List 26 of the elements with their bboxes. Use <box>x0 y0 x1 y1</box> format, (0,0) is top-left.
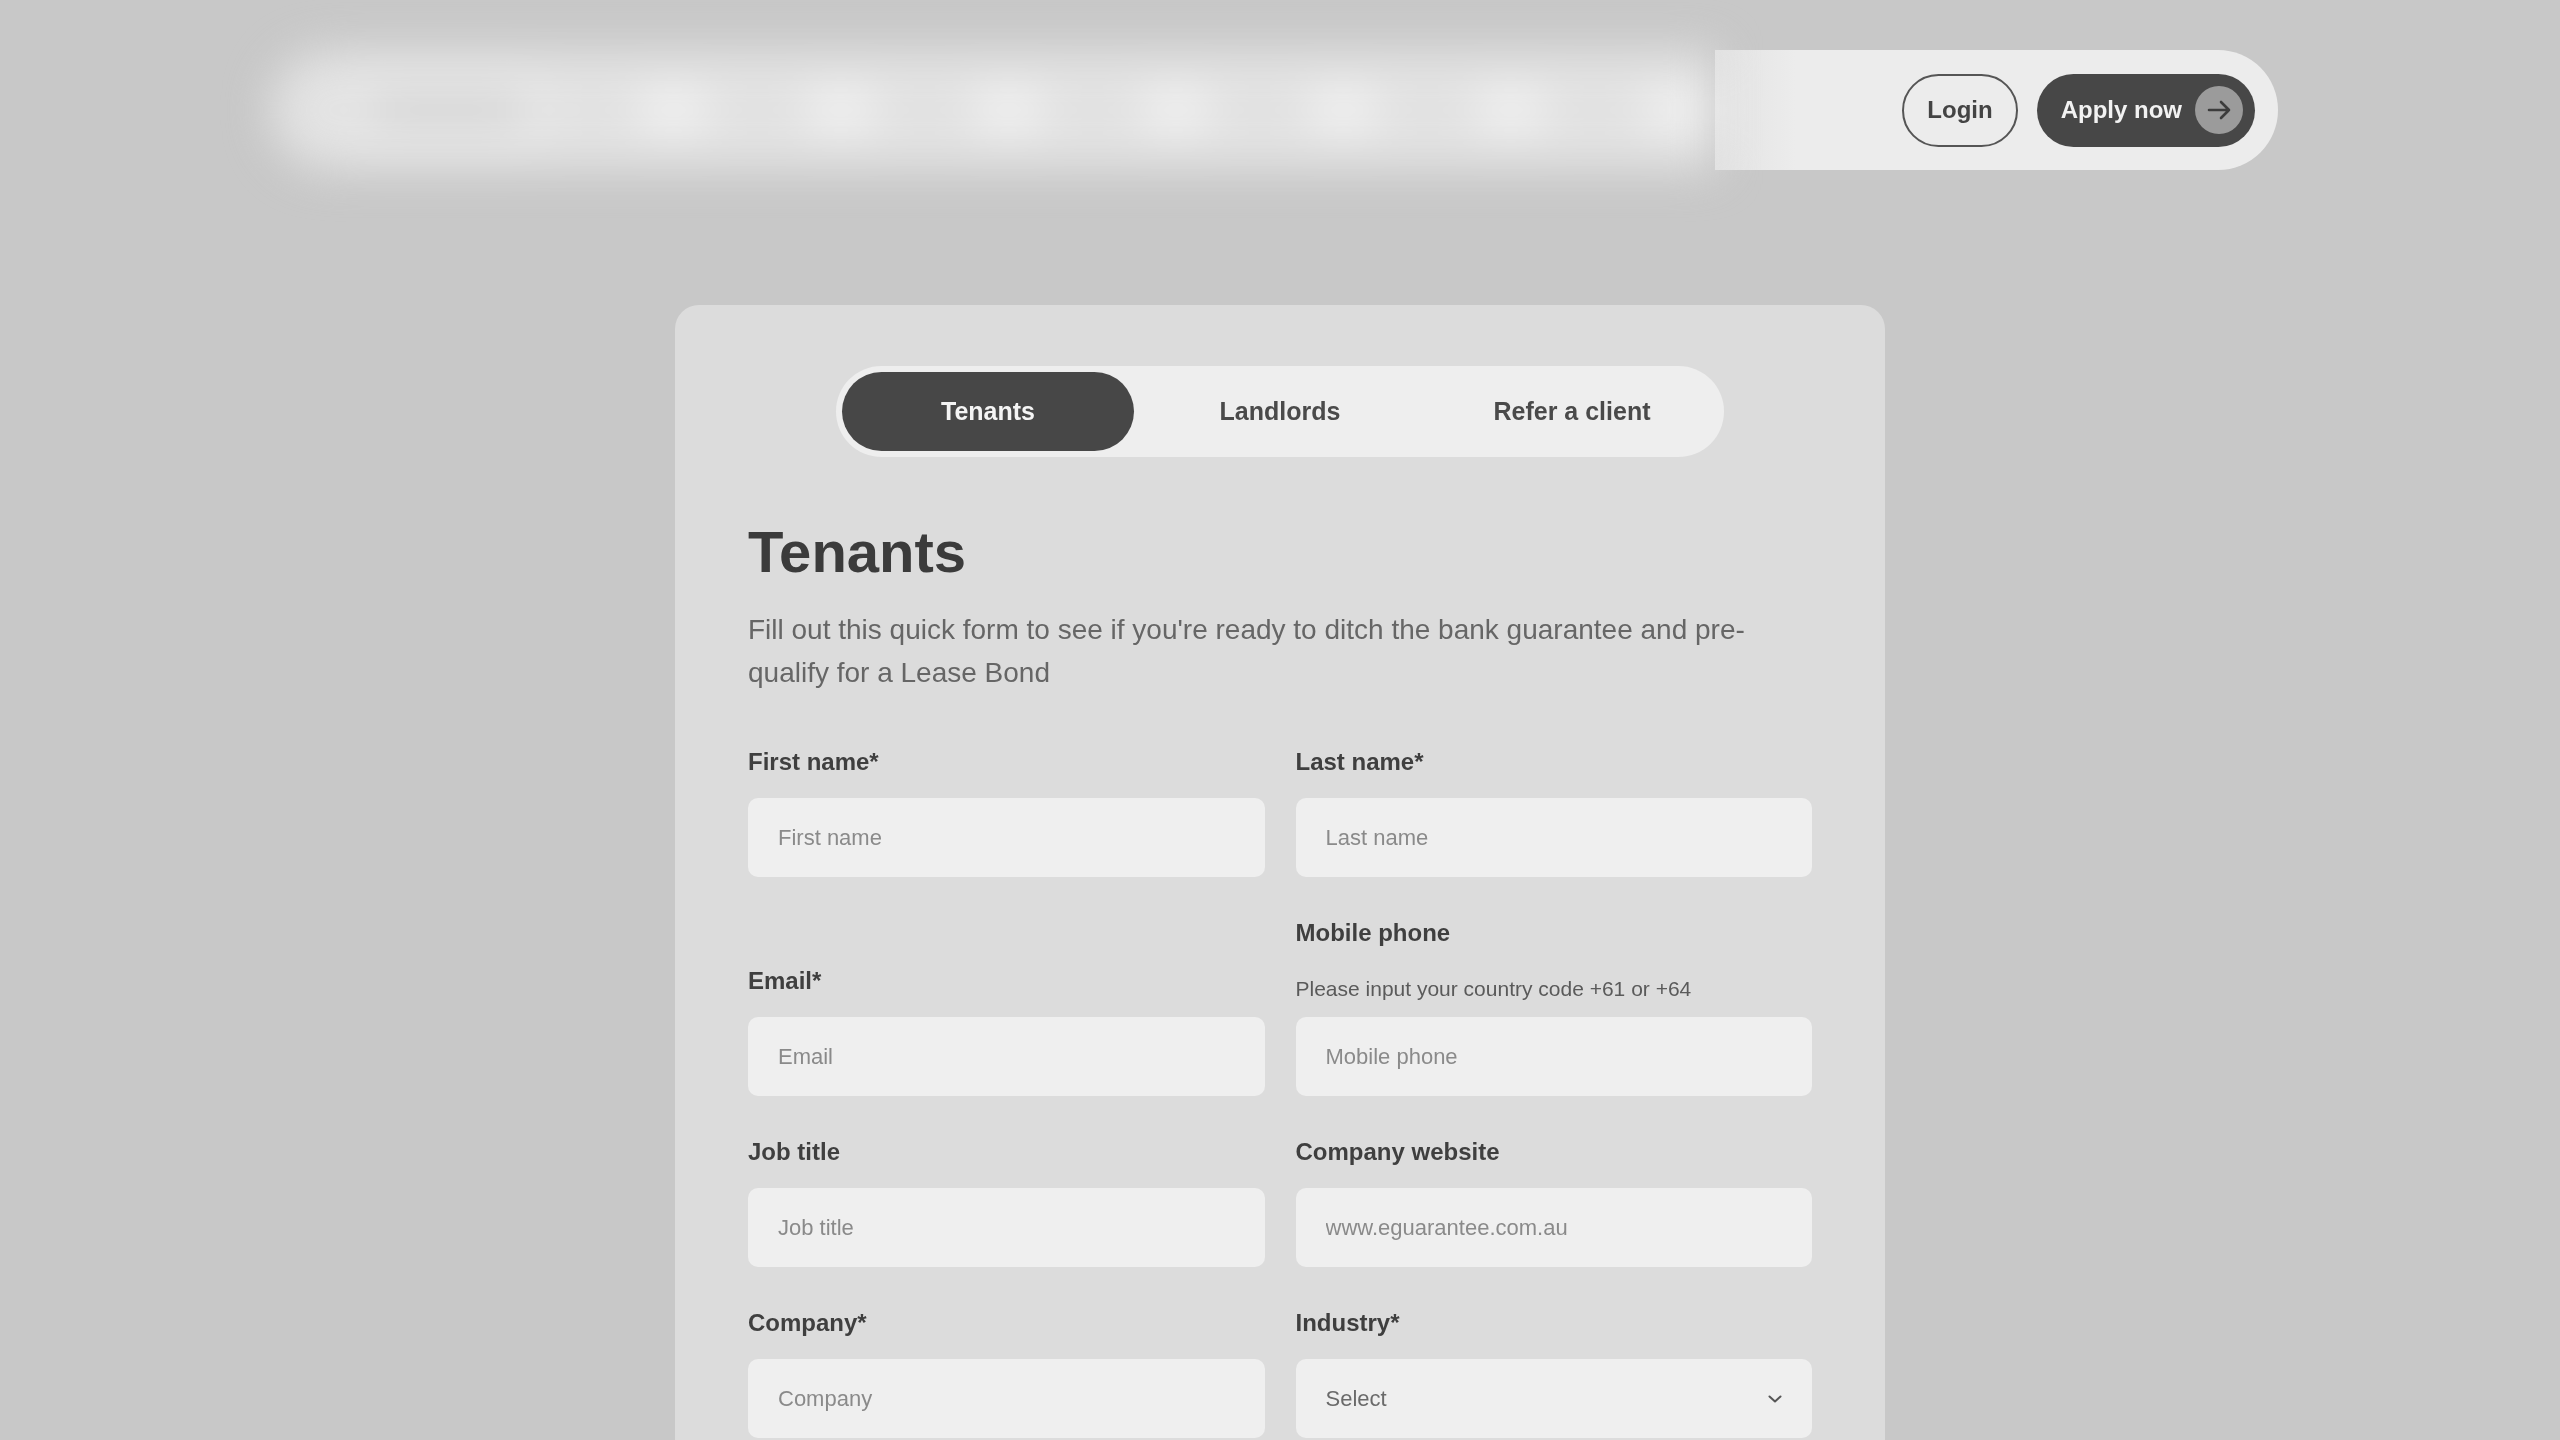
field-hint: Please input your country code +61 or +64 <box>1295 976 1692 1002</box>
select-field[interactable]: Select <box>1295 1359 1812 1438</box>
input-field[interactable]: Company <box>748 1359 1265 1438</box>
field-label: Mobile phone <box>1295 918 1451 948</box>
arrow-right-icon <box>2195 86 2243 134</box>
tab[interactable]: Tenants <box>842 372 1134 451</box>
apply-button[interactable]: Apply now <box>2036 73 2255 147</box>
input-field[interactable]: Email <box>748 1017 1265 1096</box>
input-field[interactable]: www.eguarantee.com.au <box>1295 1188 1812 1267</box>
input-field[interactable]: Last name <box>1295 798 1812 877</box>
field-label: Company website <box>1295 1137 1500 1167</box>
field-label: Last name* <box>1295 747 1424 777</box>
field-label: Email* <box>748 966 822 996</box>
input-field[interactable]: First name <box>748 798 1265 877</box>
form-intro: Fill out this quick form to see if you're ready to ditch the bank guarantee and pre-qualify for a Lease Bond <box>748 613 1746 690</box>
input-field[interactable]: Mobile phone <box>1295 1017 1812 1096</box>
form-title: Tenants <box>748 518 967 586</box>
chevron-down-icon <box>1768 1394 1782 1403</box>
field-label: First name* <box>748 747 879 777</box>
login-button[interactable]: Login <box>1902 73 2018 147</box>
field-label: Industry* <box>1295 1308 1400 1338</box>
tab[interactable]: Refer a client <box>1426 372 1718 451</box>
field-label: Job title <box>748 1137 840 1167</box>
field-label: Company* <box>748 1308 867 1338</box>
input-field[interactable]: Job title <box>748 1188 1265 1267</box>
tab[interactable]: Landlords <box>1134 372 1426 451</box>
